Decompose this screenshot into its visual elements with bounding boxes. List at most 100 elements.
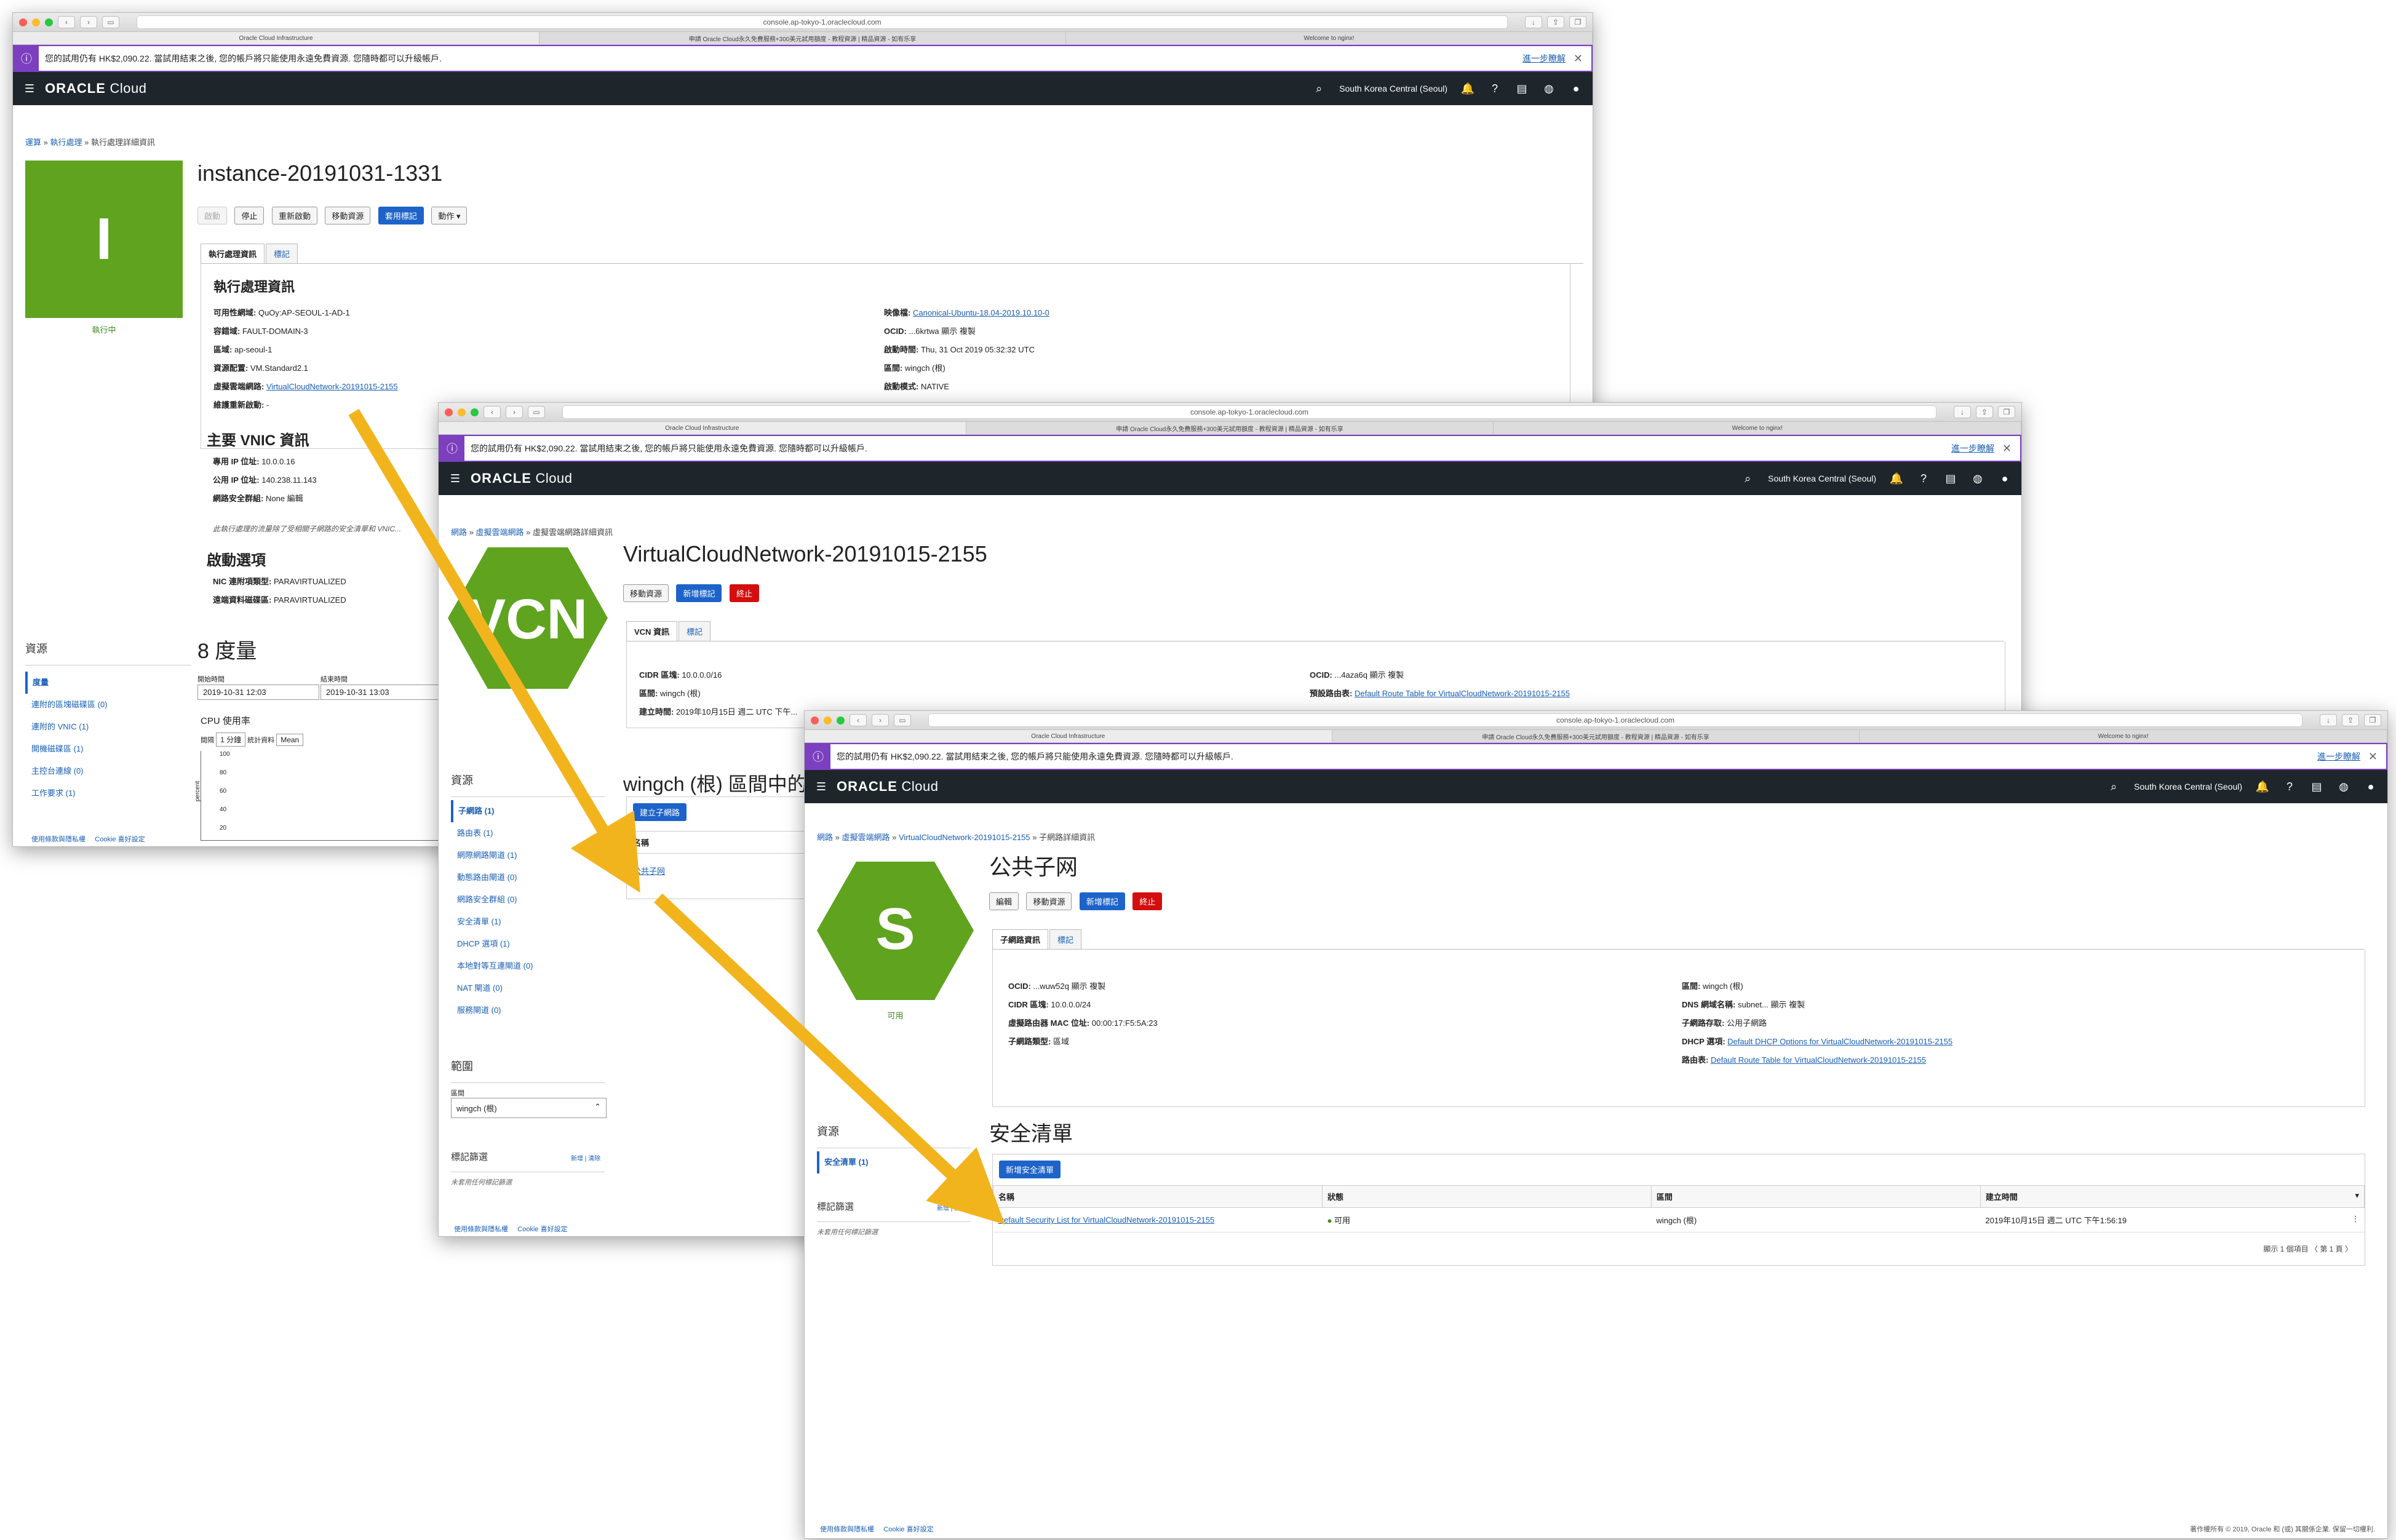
forward-icon[interactable]: ›	[506, 406, 523, 418]
sort-desc-icon[interactable]: ▾	[2355, 1191, 2359, 1201]
download-icon[interactable]: ↓	[2320, 714, 2337, 726]
create-subnet-button[interactable]: 建立子網路	[633, 803, 687, 821]
sidebar-item-lpg[interactable]: 本地對等互連閘道 (0)	[451, 955, 605, 977]
add-tags-button[interactable]: 新增標記	[1079, 892, 1125, 910]
route-table-link[interactable]: Default Route Table for VirtualCloudNetw…	[1355, 689, 1570, 698]
browser-tab[interactable]: Welcome to nginx!	[1494, 422, 2021, 434]
user-icon[interactable]: ●	[1569, 82, 1583, 95]
region-selector[interactable]: South Korea Central (Seoul)	[2134, 782, 2242, 792]
browser-tab[interactable]: 申請 Oracle Cloud永久免費服務+300美元試用額度 - 教程資源 |…	[966, 422, 1494, 434]
tag-filter-links[interactable]: 新增 | 清除	[937, 1203, 966, 1212]
chat-icon[interactable]: ▤	[1515, 82, 1529, 95]
globe-icon[interactable]: ◍	[2337, 780, 2350, 793]
move-resource-button[interactable]: 移動資源	[623, 584, 669, 602]
help-icon[interactable]: ?	[1917, 472, 1930, 485]
browser-tab[interactable]: 申請 Oracle Cloud永久免費服務+300美元試用額度 - 教程資源 |…	[1332, 730, 1860, 742]
add-tags-button[interactable]: 新增標記	[676, 584, 722, 602]
tabs-icon[interactable]: ❐	[1998, 406, 2015, 418]
tabs-icon[interactable]: ❐	[2364, 714, 2381, 726]
globe-icon[interactable]: ◍	[1542, 82, 1556, 95]
close-window-button[interactable]	[19, 18, 27, 26]
statistic-select[interactable]: Mean	[276, 734, 304, 746]
sidebar-item-drgs[interactable]: 動態路由閘道 (0)	[451, 867, 605, 889]
minimize-window-button[interactable]	[458, 408, 466, 416]
minimize-window-button[interactable]	[824, 716, 832, 724]
sidebar-item-metrics[interactable]: 度量	[25, 672, 191, 694]
row-actions-icon[interactable]: ⋮	[2352, 1214, 2360, 1224]
sidebar-item-block-volumes[interactable]: 連附的區塊磁碟區 (0)	[25, 694, 191, 716]
chat-icon[interactable]: ▤	[2310, 780, 2323, 793]
close-icon[interactable]: ✕	[1574, 52, 1583, 65]
column-header-created[interactable]: 建立時間 ▾	[1980, 1185, 2365, 1208]
learn-more-link[interactable]: 進一步瞭解	[1951, 442, 1994, 454]
back-icon[interactable]: ‹	[850, 714, 867, 726]
breadcrumb-networking[interactable]: 網路	[451, 528, 467, 537]
globe-icon[interactable]: ◍	[1971, 472, 1984, 485]
sidebar-icon[interactable]: ▭	[528, 406, 545, 418]
breadcrumb-vcns[interactable]: 虛擬雲端網路	[842, 833, 890, 842]
back-icon[interactable]: ‹	[58, 16, 75, 28]
close-window-button[interactable]	[811, 716, 819, 724]
chat-icon[interactable]: ▤	[1944, 472, 1957, 485]
terminate-button[interactable]: 終止	[1132, 892, 1163, 910]
cookie-link[interactable]: Cookie 喜好設定	[95, 836, 145, 843]
region-selector[interactable]: South Korea Central (Seoul)	[1768, 474, 1876, 483]
column-header-state[interactable]: 狀態	[1321, 1185, 1652, 1208]
tag-filter-links[interactable]: 新增 | 清除	[571, 1153, 600, 1162]
tab-tags[interactable]: 標記	[679, 621, 711, 641]
column-header-name[interactable]: 名稱	[993, 1185, 1323, 1208]
tab-vcn-info[interactable]: VCN 資訊	[626, 621, 678, 641]
start-button[interactable]: 啟動	[197, 207, 228, 224]
terms-link[interactable]: 使用條款與隱私權	[31, 836, 86, 843]
sidebar-item-security-lists[interactable]: 安全清單 (1)	[817, 1151, 971, 1173]
compartment-select[interactable]: wingch (根) ⌃	[451, 1098, 607, 1118]
sidebar-item-console[interactable]: 主控台連線 (0)	[25, 760, 191, 782]
url-bar[interactable]: console.ap-tokyo-1.oraclecloud.com	[137, 15, 1508, 29]
sidebar-icon[interactable]: ▭	[894, 714, 911, 726]
browser-tab[interactable]: Welcome to nginx!	[1860, 730, 2387, 742]
pagination[interactable]: 顯示 1 個項目 〈 第 1 頁 〉	[2263, 1244, 2352, 1254]
bell-icon[interactable]: 🔔	[1461, 82, 1475, 95]
search-icon[interactable]: ⌕	[1312, 82, 1326, 95]
share-icon[interactable]: ⇪	[2342, 714, 2359, 726]
browser-tab[interactable]: Welcome to nginx!	[1066, 32, 1593, 44]
hamburger-menu-icon[interactable]: ☰	[448, 472, 462, 485]
share-icon[interactable]: ⇪	[1976, 406, 1993, 418]
forward-icon[interactable]: ›	[872, 714, 889, 726]
forward-icon[interactable]: ›	[80, 16, 97, 28]
actions-dropdown[interactable]: 動作 ▾	[431, 207, 468, 224]
hamburger-menu-icon[interactable]: ☰	[23, 82, 36, 95]
vcn-link[interactable]: VirtualCloudNetwork-20191015-2155	[266, 382, 398, 391]
cookie-link[interactable]: Cookie 喜好設定	[883, 1526, 933, 1533]
sidebar-item-subnets[interactable]: 子網路 (1)	[451, 800, 605, 822]
terminate-button[interactable]: 終止	[729, 584, 759, 602]
zoom-window-button[interactable]	[471, 408, 479, 416]
sidebar-item-vnics[interactable]: 連附的 VNIC (1)	[25, 716, 191, 738]
dhcp-options-link[interactable]: Default DHCP Options for VirtualCloudNet…	[1727, 1037, 1952, 1046]
breadcrumb-instances[interactable]: 執行處理	[50, 138, 82, 147]
sidebar-item-boot-volumes[interactable]: 開機磁碟區 (1)	[25, 738, 191, 760]
edit-button[interactable]: 編輯	[989, 892, 1019, 910]
stop-button[interactable]: 停止	[234, 207, 265, 224]
move-resource-button[interactable]: 移動資源	[325, 207, 371, 224]
help-icon[interactable]: ?	[2283, 780, 2296, 793]
minimize-window-button[interactable]	[32, 18, 40, 26]
tab-tags[interactable]: 標記	[266, 244, 298, 263]
end-time-input[interactable]: 2019-10-31 13:03	[320, 685, 442, 700]
sidebar-icon[interactable]: ▭	[102, 16, 119, 28]
learn-more-link[interactable]: 進一步瞭解	[2317, 750, 2360, 763]
bell-icon[interactable]: 🔔	[2256, 780, 2269, 793]
cookie-link[interactable]: Cookie 喜好設定	[517, 1226, 567, 1233]
zoom-window-button[interactable]	[837, 716, 845, 724]
tabs-icon[interactable]: ❐	[1569, 16, 1586, 28]
sidebar-item-security-lists[interactable]: 安全清單 (1)	[451, 911, 605, 933]
sidebar-item-nsgs[interactable]: 網路安全群組 (0)	[451, 889, 605, 911]
close-icon[interactable]: ✕	[2368, 750, 2378, 763]
search-icon[interactable]: ⌕	[2107, 780, 2120, 793]
image-link[interactable]: Canonical-Ubuntu-18.04-2019.10.10-0	[913, 308, 1049, 317]
oracle-logo[interactable]: ORACLE Cloud	[471, 470, 573, 486]
column-header-compartment[interactable]: 區間	[1650, 1185, 1981, 1208]
sidebar-item-route-tables[interactable]: 路由表 (1)	[451, 822, 605, 844]
breadcrumb-compute[interactable]: 運算	[25, 138, 41, 147]
sidebar-item-nat[interactable]: NAT 閘道 (0)	[451, 977, 605, 999]
